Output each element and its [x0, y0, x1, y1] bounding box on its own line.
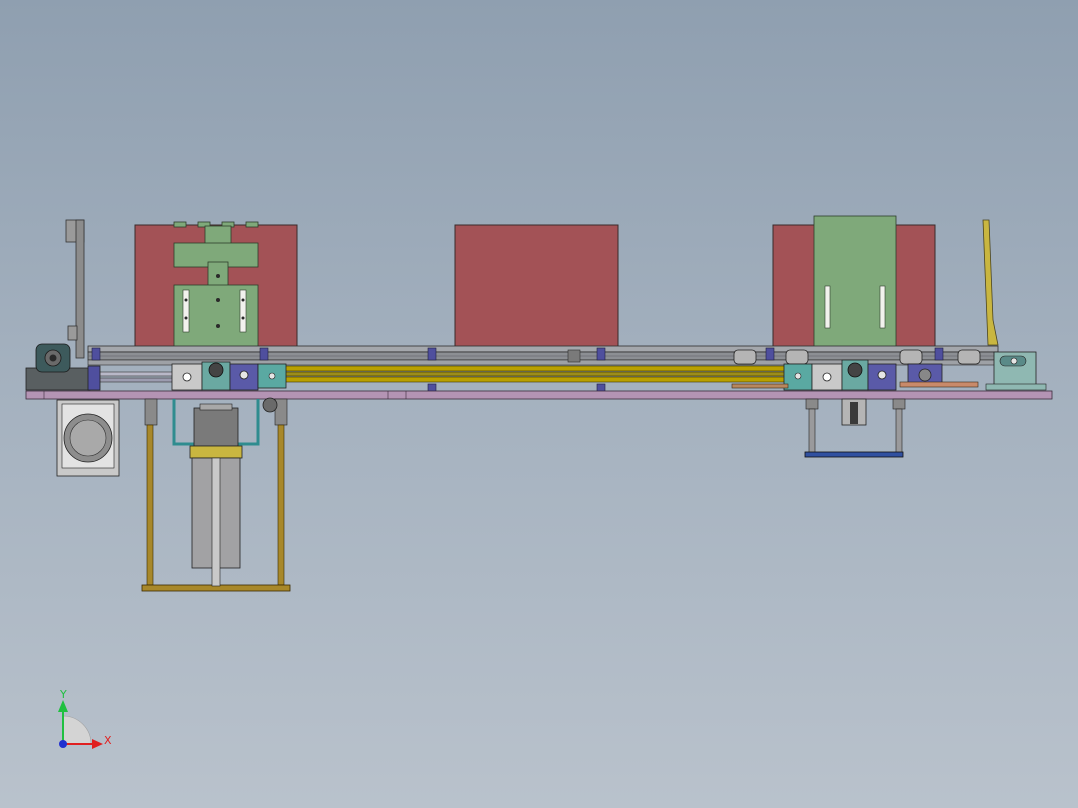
right-clamp-cylinder — [804, 398, 906, 458]
triad-sector — [62, 715, 92, 745]
product-box-middle — [454, 224, 619, 348]
left-lift-cylinder — [141, 397, 291, 592]
left-gripper-bracket — [173, 221, 259, 363]
y-axis-label: Y — [59, 688, 67, 701]
z-axis-dot — [59, 740, 67, 748]
left-gear-motor — [56, 399, 120, 477]
coordinate-triad: Y X — [58, 688, 112, 749]
assembly-drawing[interactable]: Y X — [0, 0, 1078, 808]
base-frame-plate — [25, 390, 1053, 400]
left-upright-post — [65, 219, 85, 359]
right-end-guide — [982, 219, 999, 346]
cad-viewport[interactable]: Y X — [0, 0, 1078, 808]
x-axis-label: X — [104, 734, 112, 747]
left-carriage-blocks — [171, 361, 287, 391]
right-gripper-bracket — [813, 215, 897, 359]
right-bearing-unit — [985, 351, 1047, 391]
y-axis-arrow — [58, 700, 68, 712]
x-axis-arrow — [92, 739, 103, 749]
